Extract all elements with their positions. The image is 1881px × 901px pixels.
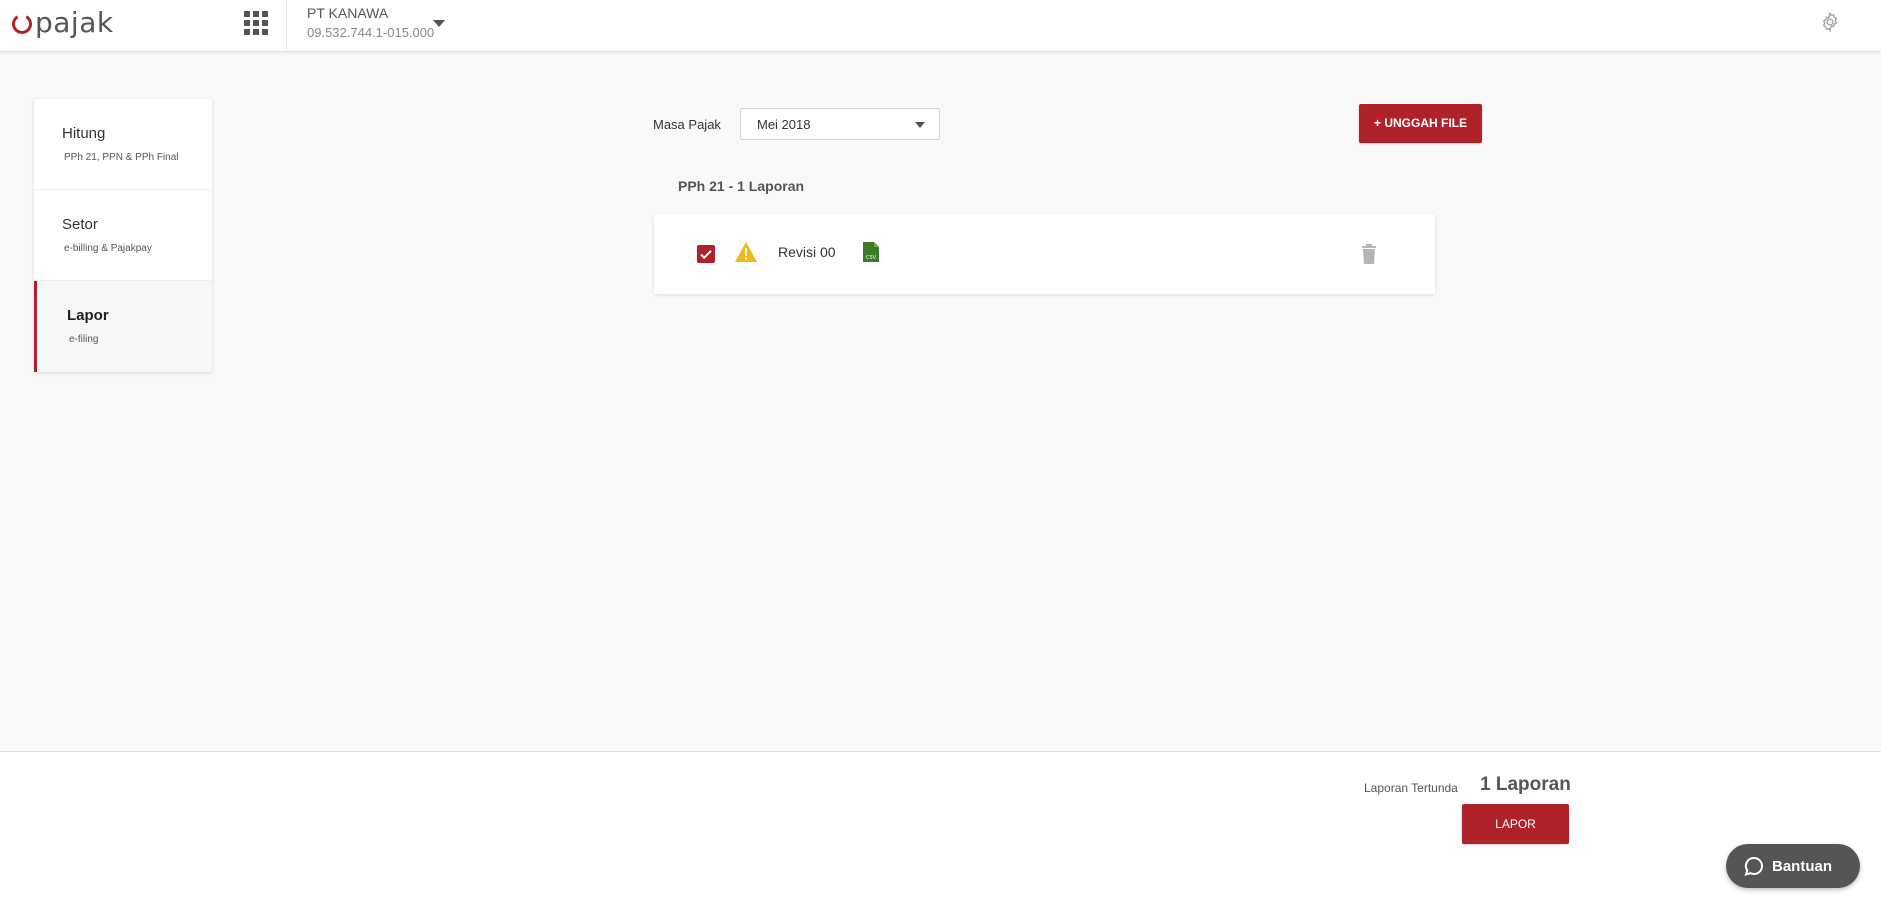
footer-bar: Laporan Tertunda 1 Laporan LAPOR <box>0 751 1881 901</box>
company-name: PT KANAWA <box>307 5 389 21</box>
lapor-submit-button[interactable]: LAPOR <box>1462 804 1569 844</box>
sidebar-item-title: Lapor <box>67 307 109 324</box>
masa-pajak-label: Masa Pajak <box>653 117 721 132</box>
report-card: Revisi 00 CSV <box>654 214 1435 294</box>
sidebar-item-subtitle: PPh 21, PPN & PPh Final <box>64 152 179 163</box>
help-chat-button[interactable]: Bantuan <box>1726 844 1860 888</box>
company-npwp: 09.532.744.1-015.000 <box>307 25 435 40</box>
logo-mark-icon <box>12 14 32 34</box>
chevron-down-icon <box>915 122 925 128</box>
report-checkbox[interactable] <box>697 245 715 263</box>
check-icon <box>700 250 712 260</box>
chevron-down-icon[interactable] <box>433 20 445 27</box>
help-chat-label: Bantuan <box>1772 857 1832 875</box>
top-bar: pajak PT KANAWA 09.532.744.1-015.000 <box>0 0 1881 52</box>
sidebar-item-setor[interactable]: Setor e-billing & Pajakpay <box>34 190 212 281</box>
warning-icon <box>735 242 757 262</box>
pending-reports-label: Laporan Tertunda <box>1364 781 1458 795</box>
csv-file-icon[interactable]: CSV <box>862 241 880 263</box>
sidebar-item-lapor[interactable]: Lapor e-filing <box>34 281 212 372</box>
pajak-logo[interactable]: pajak <box>10 6 114 40</box>
apps-grid-icon[interactable] <box>244 11 268 35</box>
sidebar-item-subtitle: e-billing & Pajakpay <box>64 243 152 254</box>
sidebar-item-title: Setor <box>62 216 98 233</box>
sidebar-item-title: Hitung <box>62 125 106 142</box>
company-switcher[interactable]: PT KANAWA 09.532.744.1-015.000 <box>307 4 434 42</box>
header-divider <box>286 0 287 52</box>
chat-bubble-icon <box>1744 856 1763 876</box>
sidebar-nav: Hitung PPh 21, PPN & PPh Final Setor e-b… <box>34 99 212 372</box>
trash-icon[interactable] <box>1360 243 1378 265</box>
upload-file-button[interactable]: + UNGGAH FILE <box>1359 104 1482 143</box>
csv-file-type: CSV <box>866 255 877 261</box>
masa-pajak-select[interactable]: Mei 2018 <box>740 108 940 140</box>
pending-reports-count: 1 Laporan <box>1480 774 1571 795</box>
sidebar-item-subtitle: e-filing <box>69 334 99 345</box>
sidebar-item-hitung[interactable]: Hitung PPh 21, PPN & PPh Final <box>34 99 212 190</box>
report-item-label: Revisi 00 <box>778 244 836 260</box>
gear-icon[interactable] <box>1819 11 1841 33</box>
masa-pajak-value: Mei 2018 <box>757 117 811 132</box>
logo-text: pajak <box>35 6 114 39</box>
report-group-title: PPh 21 - 1 Laporan <box>678 178 805 194</box>
